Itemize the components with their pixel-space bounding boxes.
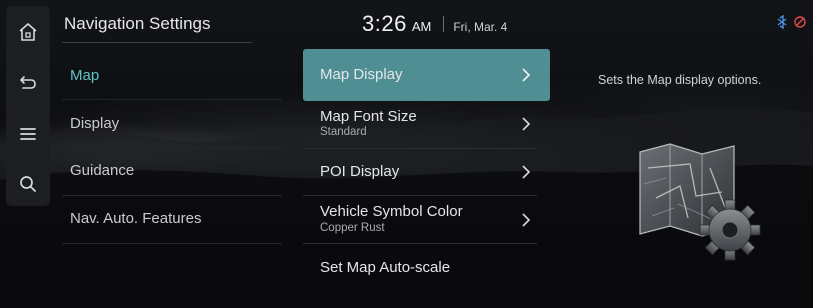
- category-divider: [62, 195, 282, 196]
- category-display[interactable]: Display: [70, 115, 119, 132]
- menu-item-map-display[interactable]: Map Display: [303, 49, 550, 101]
- search-button[interactable]: [6, 162, 50, 206]
- chevron-right-icon: [522, 68, 531, 82]
- title-divider: [62, 42, 252, 43]
- menu-item-vehicle-symbol-color[interactable]: Vehicle Symbol Color Copper Rust: [303, 195, 550, 247]
- menu-icon: [20, 128, 36, 140]
- menu-item-poi-display[interactable]: POI Display: [303, 148, 550, 200]
- bluetooth-phone-icon: [777, 15, 787, 29]
- clock-ampm: AM: [411, 19, 432, 34]
- menu-item-value: Standard: [320, 126, 367, 138]
- home-button[interactable]: [6, 10, 50, 54]
- clock: 3:26 AM Fri, Mar. 4: [362, 11, 507, 37]
- menu-item-label: Map Font Size: [320, 108, 417, 125]
- chevron-right-icon: [522, 213, 531, 227]
- map-settings-icon: [639, 143, 761, 261]
- menu-item-label: Set Map Auto-scale: [320, 259, 451, 276]
- page-title: Navigation Settings: [64, 14, 211, 33]
- menu-item-label: Map Display: [320, 66, 403, 83]
- clock-time: 3:26: [362, 11, 407, 36]
- menu-item-value: Copper Rust: [320, 222, 385, 234]
- clock-separator: [443, 16, 445, 32]
- category-divider: [62, 147, 282, 148]
- home-icon: [19, 23, 37, 41]
- muted-icon: [794, 16, 806, 28]
- description-text: Sets the Map display options.: [598, 73, 762, 87]
- menu-item-label: POI Display: [320, 163, 400, 180]
- search-icon: [20, 176, 36, 192]
- menu-item-label: Vehicle Symbol Color: [320, 203, 463, 220]
- chevron-right-icon: [522, 165, 531, 179]
- category-guidance[interactable]: Guidance: [70, 162, 134, 179]
- back-icon: [20, 76, 36, 89]
- menu-item-map-font-size[interactable]: Map Font Size Standard: [303, 101, 550, 153]
- back-button[interactable]: [6, 60, 50, 104]
- menu-button[interactable]: [6, 112, 50, 156]
- menu-item-set-map-auto-scale[interactable]: Set Map Auto-scale: [303, 243, 550, 295]
- clock-date: Fri, Mar. 4: [453, 20, 508, 34]
- side-rail: [6, 6, 50, 206]
- category-nav-auto-features[interactable]: Nav. Auto. Features: [70, 210, 201, 227]
- category-divider: [62, 243, 282, 244]
- category-divider: [62, 99, 282, 100]
- chevron-right-icon: [522, 117, 531, 131]
- category-map[interactable]: Map: [70, 67, 99, 84]
